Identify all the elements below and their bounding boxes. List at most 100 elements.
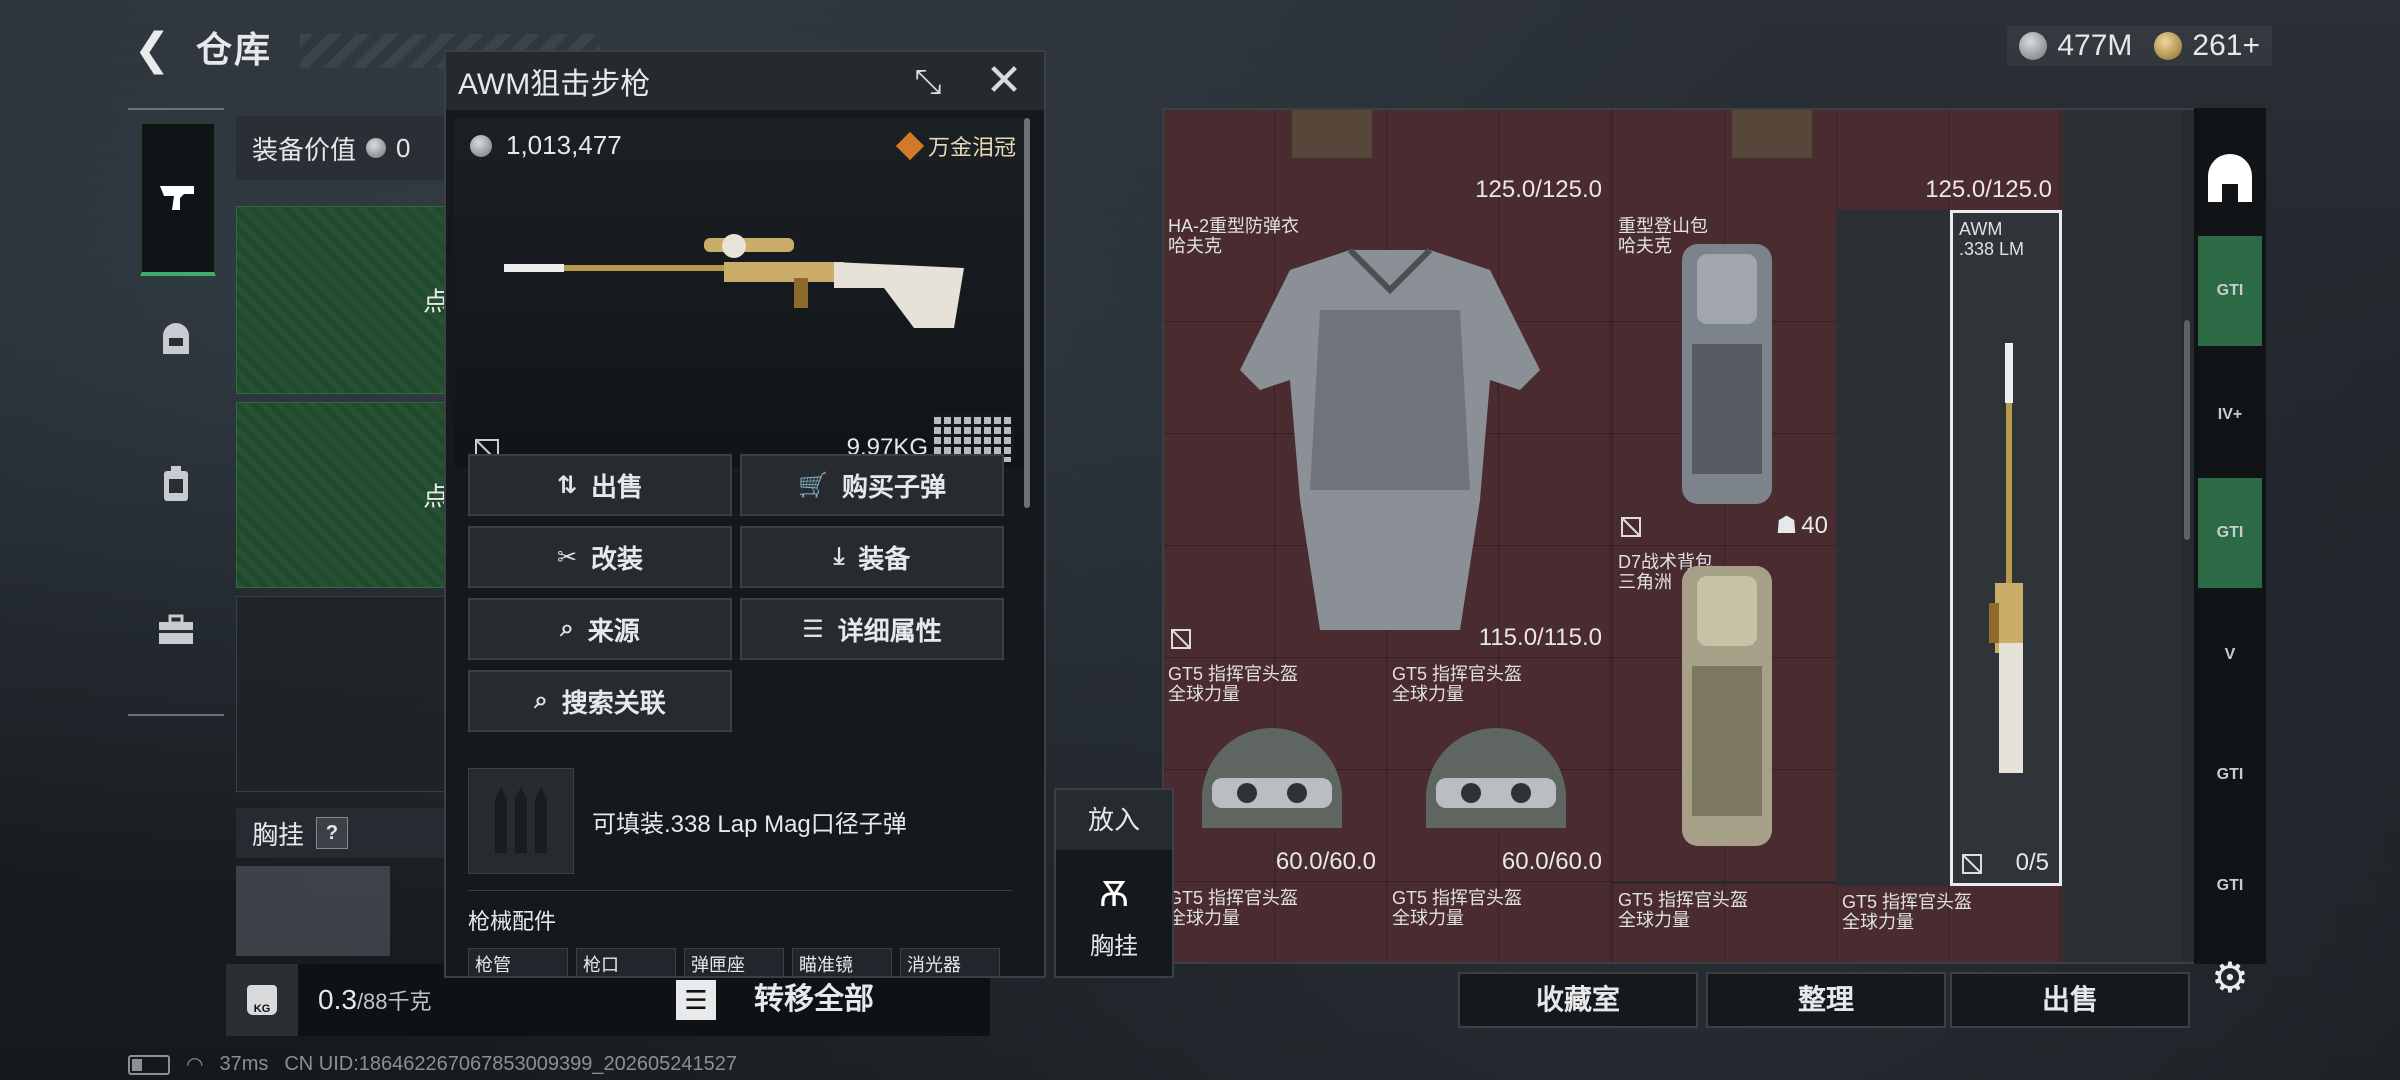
modify-button[interactable]: ✂ 改装 — [468, 526, 732, 588]
download-icon: ⤓ — [833, 543, 845, 570]
chest-rig-slot[interactable] — [236, 866, 390, 956]
attachment-slot-mag-well[interactable]: 弹匣座 — [684, 948, 784, 976]
details-button[interactable]: ☰ 详细属性 — [740, 598, 1004, 660]
status-line: ◠ 37ms CN UID:1864622670678530093​99_202… — [128, 1052, 737, 1077]
equipment-value-label: 装备价值 — [252, 134, 357, 165]
weight-readout: 0.3/88千克 — [318, 984, 432, 1016]
item-detail-panel: AWM狙击步枪 ⤡ ✕ 1,013,477 万金泪冠 9.97KG ⇅ 出售 🛒 购… — [444, 50, 1046, 978]
silver-coin-icon — [470, 134, 492, 157]
detail-scrollbar[interactable] — [1024, 118, 1030, 508]
equip-button[interactable]: ⤓ 装备 — [740, 526, 1004, 588]
back-button[interactable]: ❮ — [128, 26, 176, 74]
item-ammo: .338 LM — [1959, 239, 2025, 259]
stash-empty-column[interactable] — [1836, 210, 1950, 964]
stash-home-icon[interactable] — [2198, 148, 2262, 212]
filter-gti-2[interactable]: GTI — [2198, 478, 2262, 588]
backpack-icon — [164, 466, 188, 501]
backpack-image — [1682, 566, 1772, 846]
attachment-slot-muzzle[interactable]: 枪口 — [576, 948, 676, 976]
gold-amount: 261+ — [2192, 29, 2260, 62]
stash-item-helmet-row[interactable]: GT5 指挥官头盔 全球力量 — [1386, 882, 1612, 964]
close-icon[interactable]: ✕ — [982, 59, 1026, 104]
capacity-icon: ☗ — [1775, 512, 1798, 539]
weapon-tab[interactable] — [140, 122, 216, 276]
stash-empty-column[interactable] — [2062, 210, 2182, 964]
sort-button[interactable]: 整理 — [1706, 972, 1946, 1028]
stash-item-helmet-2[interactable]: GT5 指挥官头盔 全球力量 60.0/60.0 — [1386, 658, 1612, 882]
primary-weapon-slot[interactable]: 点 — [236, 206, 452, 394]
list-icon: ☰ — [802, 615, 824, 643]
cart-icon: 🛒 — [798, 471, 828, 499]
item-name: 重型登山包 — [1618, 216, 1708, 236]
put-in-target: 胸挂 — [1090, 933, 1138, 960]
divider — [468, 890, 1012, 891]
item-name: GT5 指挥官头盔 — [1392, 888, 1523, 908]
put-in-popup[interactable]: 放入 Ѫ 胸挂 — [1054, 788, 1174, 978]
stash-empty-cell[interactable] — [2062, 108, 2182, 210]
armor-image — [1240, 247, 1540, 630]
equipment-value-amount: 0 — [396, 132, 411, 163]
list-icon[interactable]: ☰ — [676, 980, 716, 1020]
secondary-weapon-slot[interactable]: 点 — [236, 402, 452, 588]
currency-bar: 477M 261+ — [2007, 26, 2272, 66]
awm-rifle-image — [504, 234, 964, 328]
item-thumbnail — [1292, 108, 1372, 158]
settings-gear-icon[interactable]: ⚙ — [2206, 954, 2254, 1002]
stash-item-backpack-1[interactable]: 重型登山包 哈夫克 ☗ 40 — [1612, 210, 1836, 546]
search-related-button[interactable]: ⌕ 搜索关联 — [468, 670, 732, 732]
collapse-icon[interactable]: ⤡ — [908, 62, 948, 102]
ammo-thumbnail[interactable] — [468, 768, 574, 874]
item-detail-header: AWM狙击步枪 ⤡ ✕ — [446, 52, 1044, 110]
armor-tab[interactable] — [142, 306, 210, 374]
buy-ammo-button[interactable]: 🛒 购买子弹 — [740, 454, 1004, 516]
gold-currency[interactable]: 261+ — [2154, 29, 2260, 63]
item-brand: 全球力量 — [1392, 908, 1464, 928]
stash-sell-button[interactable]: 出售 — [1950, 972, 2190, 1028]
filter-gti-3[interactable]: GTI — [2198, 720, 2262, 830]
item-brand: 全球力量 — [1842, 912, 1914, 932]
left-tab-rail — [128, 108, 224, 716]
silver-coin-icon — [2019, 32, 2048, 60]
item-title: AWM狙击步枪 — [458, 68, 651, 101]
collection-room-button[interactable]: 收藏室 — [1458, 972, 1698, 1028]
ammo-compatibility-text: 可填装.338 Lap Mag口径子弹 — [592, 811, 907, 838]
filter-gti-4[interactable]: GTI — [2198, 836, 2262, 936]
source-button[interactable]: ⌕ 来源 — [468, 598, 732, 660]
stash-item-top-right[interactable]: 125.0/125.0 — [1612, 108, 2062, 210]
attachment-slot-flash-hider[interactable]: 消光器 — [900, 948, 1000, 976]
help-icon[interactable]: ? — [316, 817, 349, 849]
attachment-slot-barrel[interactable]: 枪管 — [468, 948, 568, 976]
equip-label: 装备 — [858, 543, 911, 574]
stash-item-awm[interactable]: AWM .338 LM 0/5 — [1950, 210, 2062, 886]
item-price-value: 1,013,477 — [506, 130, 622, 160]
case-tab[interactable] — [142, 596, 210, 664]
filter-iv[interactable]: IV+ — [2198, 360, 2262, 470]
item-brand: 全球力量 — [1618, 910, 1690, 930]
rarity-badge: 万金泪冠 — [895, 130, 1016, 162]
stash-item-top-left[interactable]: 125.0/125.0 — [1162, 108, 1612, 210]
capacity-count: 40 — [1801, 511, 1828, 539]
stash-item-helmet-row[interactable]: GT5 指挥官头盔 全球力量 — [1612, 882, 1836, 964]
item-preview: 1,013,477 万金泪冠 9.97KG — [454, 118, 1024, 468]
item-name: GT5 指挥官头盔 — [1618, 890, 1749, 910]
stash-item-helmet-row[interactable]: GT5 指挥官头盔 全球力量 — [1162, 882, 1386, 964]
chest-rig-header: 胸挂 ? — [236, 808, 450, 858]
weight-icon: KG — [247, 985, 277, 1015]
attachments-title: 枪械配件 — [468, 909, 557, 934]
filter-gti-1[interactable]: GTI — [2198, 236, 2262, 346]
attachment-slot-scope[interactable]: 瞄准镜 — [792, 948, 892, 976]
helmet-slot[interactable] — [236, 596, 452, 792]
durability-text: 115.0/115.0 — [1478, 624, 1602, 651]
equipment-value: 装备价值 0 — [236, 116, 450, 180]
chest-rig-label: 胸挂 — [252, 819, 305, 850]
stash-item-armor[interactable]: HA-2重型防弹衣 哈夫克 115.0/115.0 — [1162, 210, 1612, 658]
stash-item-helmet-1[interactable]: GT5 指挥官头盔 全球力量 60.0/60.0 — [1162, 658, 1386, 882]
backpack-tab[interactable] — [142, 450, 210, 518]
filter-v[interactable]: V — [2198, 600, 2262, 710]
stash-category-icon — [2208, 154, 2252, 202]
durability-text: 60.0/60.0 — [1501, 848, 1602, 875]
stash-item-helmet-row[interactable]: GT5 指挥官头盔 全球力量 — [1836, 886, 2062, 964]
sell-button[interactable]: ⇅ 出售 — [468, 454, 732, 516]
modify-label: 改装 — [591, 543, 644, 574]
stash-scrollbar[interactable] — [2184, 320, 2190, 540]
